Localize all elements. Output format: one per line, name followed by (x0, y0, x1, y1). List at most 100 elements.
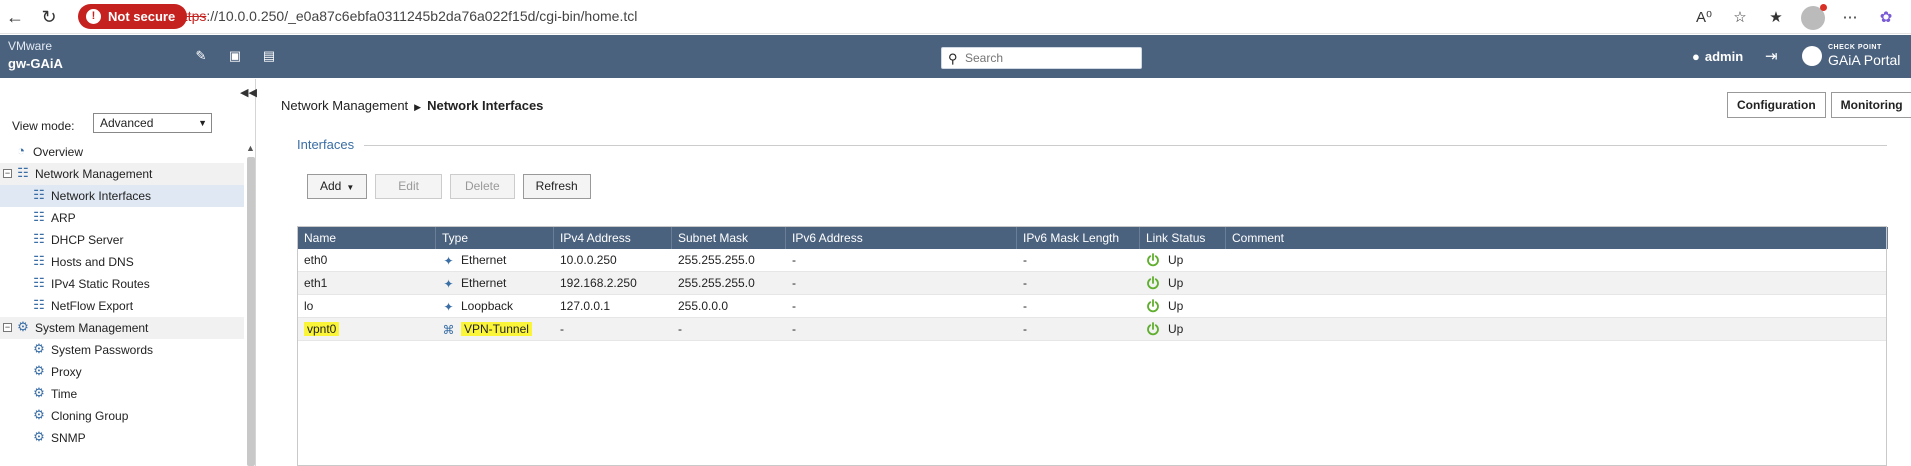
cell-text: - (678, 322, 682, 336)
edit-button[interactable]: Edit (375, 174, 442, 199)
user-menu[interactable]: ● admin (1692, 49, 1743, 64)
breadcrumb-parent[interactable]: Network Management (281, 98, 408, 113)
more-menu-icon[interactable]: ⋯ (1839, 7, 1861, 29)
url-path: ://10.0.0.250/_e0a87c6ebfa0311245b2da76a… (206, 8, 638, 24)
interface-icon: ✦ (443, 300, 454, 314)
reload-icon[interactable]: ↻ (38, 6, 60, 28)
copilot-icon[interactable]: ✿ (1875, 7, 1897, 29)
sidebar-item-ipv4-static-routes[interactable]: ☷ IPv4 Static Routes (0, 273, 244, 295)
sidebar-item-hosts-and-dns[interactable]: ☷ Hosts and DNS (0, 251, 244, 273)
view-mode-select[interactable]: Advanced ▼ (93, 113, 212, 133)
cell-mask: - (672, 318, 786, 340)
document-icon[interactable]: ▤ (262, 49, 276, 63)
sidebar-item-label: DHCP Server (51, 233, 124, 247)
cell-text: eth1 (304, 276, 328, 290)
cell-type: ⌘ VPN-Tunnel (436, 318, 554, 340)
cell-type: ✦ Ethernet (436, 272, 554, 294)
terminal-icon[interactable]: ▣ (228, 49, 242, 63)
sidebar-item-time[interactable]: ⚙ Time (0, 383, 244, 405)
network-icon: ☷ (33, 297, 45, 312)
not-secure-badge[interactable]: ! Not secure (78, 4, 188, 29)
scroll-up-icon[interactable]: ▲ (246, 143, 255, 153)
cell-mask: 255.255.255.0 (672, 249, 786, 271)
sidebar-item-label: IPv4 Static Routes (51, 277, 150, 291)
address-bar[interactable]: https://10.0.0.250/_e0a87c6ebfa0311245b2… (176, 8, 637, 24)
breadcrumb-separator-icon: ▶ (414, 102, 422, 112)
chevron-down-icon: ▼ (198, 118, 207, 128)
logout-icon[interactable]: ⇥ (1765, 47, 1778, 65)
sidebar-item-cloning-group[interactable]: ⚙ Cloning Group (0, 405, 244, 427)
edit-icon[interactable]: ✎ (194, 49, 208, 63)
scrollbar-thumb[interactable] (247, 157, 255, 466)
table-row[interactable]: vpnt0 ⌘ VPN-Tunnel - - - - Up (298, 318, 1886, 341)
cell-ipv6mask: - (1017, 272, 1140, 294)
column-header-ipv6-mask-length[interactable]: IPv6 Mask Length (1017, 227, 1140, 249)
sidebar-scrollbar[interactable]: ▲ (245, 143, 256, 466)
monitoring-button[interactable]: Monitoring (1830, 92, 1911, 118)
interfaces-table: Name Type IPv4 Address Subnet Mask IPv6 Addr… (297, 226, 1888, 466)
gear-icon: ⚙ (17, 319, 29, 334)
cell-mask: 255.255.255.0 (672, 272, 786, 294)
section-title: Interfaces (297, 137, 355, 152)
sidebar-item-netflow-export[interactable]: ☷ NetFlow Export (0, 295, 244, 317)
cell-text: vpnt0 (304, 322, 340, 336)
table-row[interactable]: eth0 ✦ Ethernet 10.0.0.250 255.255.255.0 - - Up (298, 249, 1886, 272)
logo-bottom-text: GAiA Portal (1828, 52, 1901, 68)
sidebar-item-system-management[interactable]: − ⚙ System Management (0, 317, 244, 339)
browser-toolbar: ← ↻ ! Not secure https://10.0.0.250/_e0a… (0, 0, 1911, 34)
sidebar-item-snmp[interactable]: ⚙ SNMP (0, 427, 244, 449)
cell-status: Up (1140, 272, 1226, 294)
back-icon[interactable]: ← (4, 6, 26, 28)
column-header-link-status[interactable]: Link Status (1140, 227, 1226, 249)
column-header-subnet-mask[interactable]: Subnet Mask (672, 227, 786, 249)
cell-mask: 255.0.0.0 (672, 295, 786, 317)
delete-button[interactable]: Delete (449, 174, 515, 199)
cell-text: - (1023, 299, 1027, 313)
sidebar-item-proxy[interactable]: ⚙ Proxy (0, 361, 244, 383)
search-input[interactable] (965, 50, 1135, 66)
network-icon: ☷ (33, 253, 45, 268)
collapse-sidebar-icon[interactable]: ◀◀ (240, 86, 257, 99)
sidebar-item-dhcp-server[interactable]: ☷ DHCP Server (0, 229, 244, 251)
cell-ipv6: - (786, 295, 1017, 317)
chevron-down-icon: ▼ (346, 183, 355, 192)
cell-text: 127.0.0.1 (560, 299, 611, 313)
column-header-name[interactable]: Name (298, 227, 436, 249)
sidebar-item-label: Cloning Group (51, 409, 129, 423)
configuration-button[interactable]: Configuration (1727, 92, 1826, 118)
cell-text: - (1023, 322, 1027, 336)
column-header-ipv6-address[interactable]: IPv6 Address (786, 227, 1017, 249)
network-icon: ☷ (17, 165, 29, 180)
sidebar-item-network-interfaces[interactable]: ☷ Network Interfaces (0, 185, 244, 207)
cell-name: eth0 (298, 249, 436, 271)
network-icon: ☷ (33, 275, 45, 290)
collapse-toggle-icon[interactable]: − (3, 169, 12, 178)
sidebar-item-arp[interactable]: ☷ ARP (0, 207, 244, 229)
sidebar-item-network-management[interactable]: − ☷ Network Management (0, 163, 244, 185)
section-divider (364, 145, 1887, 146)
read-aloud-icon[interactable]: A⁰ (1693, 7, 1715, 29)
search-box[interactable]: ⚲ (941, 47, 1142, 69)
table-row[interactable]: eth1 ✦ Ethernet 192.168.2.250 255.255.255.0 -… (298, 272, 1886, 295)
column-header-ipv4-address[interactable]: IPv4 Address (554, 227, 672, 249)
column-header-comment[interactable]: Comment (1226, 227, 1888, 249)
table-row[interactable]: lo ✦ Loopback 127.0.0.1 255.0.0.0 - - Up (298, 295, 1886, 318)
cell-status: Up (1140, 295, 1226, 317)
favorite-star-icon[interactable]: ☆ (1729, 7, 1751, 29)
sidebar-item-label: Time (51, 387, 78, 401)
cell-ipv6: - (786, 272, 1017, 294)
cell-text: 10.0.0.250 (560, 253, 617, 267)
cell-ipv6mask: - (1017, 295, 1140, 317)
cell-text: Ethernet (461, 253, 507, 267)
sidebar-item-system-passwords[interactable]: ⚙ System Passwords (0, 339, 244, 361)
sidebar-item-overview[interactable]: ◔ Overview (0, 141, 244, 163)
gear-icon: ⚙ (33, 385, 45, 400)
add-button[interactable]: Add ▼ (307, 174, 368, 199)
column-header-type[interactable]: Type (436, 227, 554, 249)
collapse-toggle-icon[interactable]: − (3, 323, 12, 332)
refresh-button[interactable]: Refresh (522, 174, 591, 199)
logo-top-text: CHECK POINT (1828, 44, 1882, 51)
profile-avatar[interactable] (1801, 4, 1827, 30)
favorites-icon[interactable]: ★ (1765, 7, 1787, 29)
cell-name: vpnt0 (298, 318, 436, 340)
